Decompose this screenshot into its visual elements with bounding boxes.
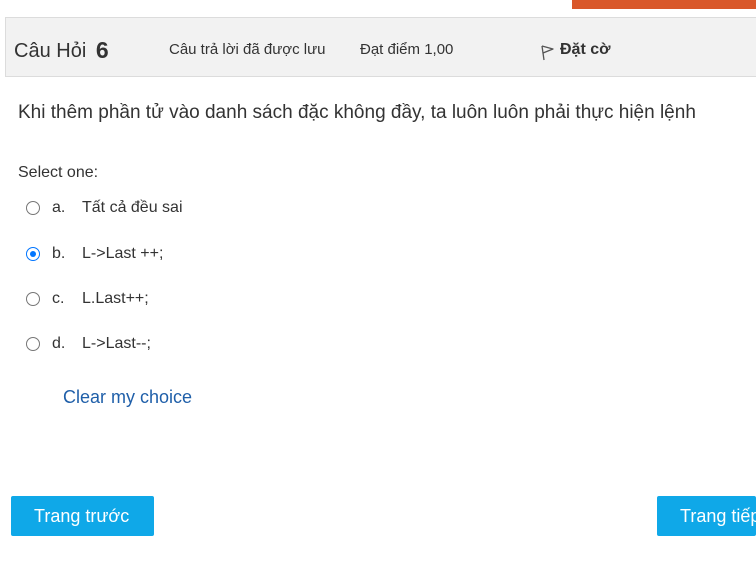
option-b-radio[interactable] — [26, 247, 40, 261]
option-b-letter: b. — [52, 245, 66, 262]
top-accent-bar — [572, 0, 756, 9]
clear-choice-link[interactable]: Clear my choice — [63, 387, 192, 408]
option-b-text: L->Last ++; — [82, 245, 164, 262]
option-c-letter: c. — [52, 290, 65, 307]
option-c-radio[interactable] — [26, 292, 40, 306]
question-number: 6 — [95, 37, 109, 63]
previous-page-button[interactable]: Trang trước — [11, 496, 154, 536]
option-b[interactable]: b. L->Last ++; — [26, 242, 163, 266]
flag-question-button[interactable]: Đặt cờ — [540, 39, 611, 61]
question-title-prefix: Câu Hỏi — [14, 40, 87, 62]
question-state: Câu trả lời đã được lưu — [169, 41, 326, 58]
next-page-button[interactable]: Trang tiếp — [657, 496, 756, 536]
flag-label: Đặt cờ — [560, 41, 611, 58]
option-d-radio[interactable] — [26, 337, 40, 351]
question-grade: Đạt điểm 1,00 — [360, 41, 454, 58]
option-c[interactable]: c. L.Last++; — [26, 287, 149, 311]
option-a-text: Tất cả đều sai — [82, 199, 183, 216]
option-a[interactable]: a. Tất cả đều sai — [26, 196, 183, 220]
option-d[interactable]: d. L->Last--; — [26, 332, 151, 356]
option-a-letter: a. — [52, 199, 66, 216]
flag-icon — [541, 45, 554, 61]
option-a-radio[interactable] — [26, 201, 40, 215]
option-d-text: L->Last--; — [82, 335, 151, 352]
question-title: Câu Hỏi 6 — [14, 36, 109, 63]
question-info-bar: Câu Hỏi 6 Câu trả lời đã được lưu Đạt đi… — [5, 17, 756, 77]
option-d-letter: d. — [52, 335, 66, 352]
select-prompt: Select one: — [18, 164, 99, 181]
question-text: Khi thêm phần tử vào danh sách đặc không… — [18, 102, 696, 123]
option-c-text: L.Last++; — [82, 290, 149, 307]
